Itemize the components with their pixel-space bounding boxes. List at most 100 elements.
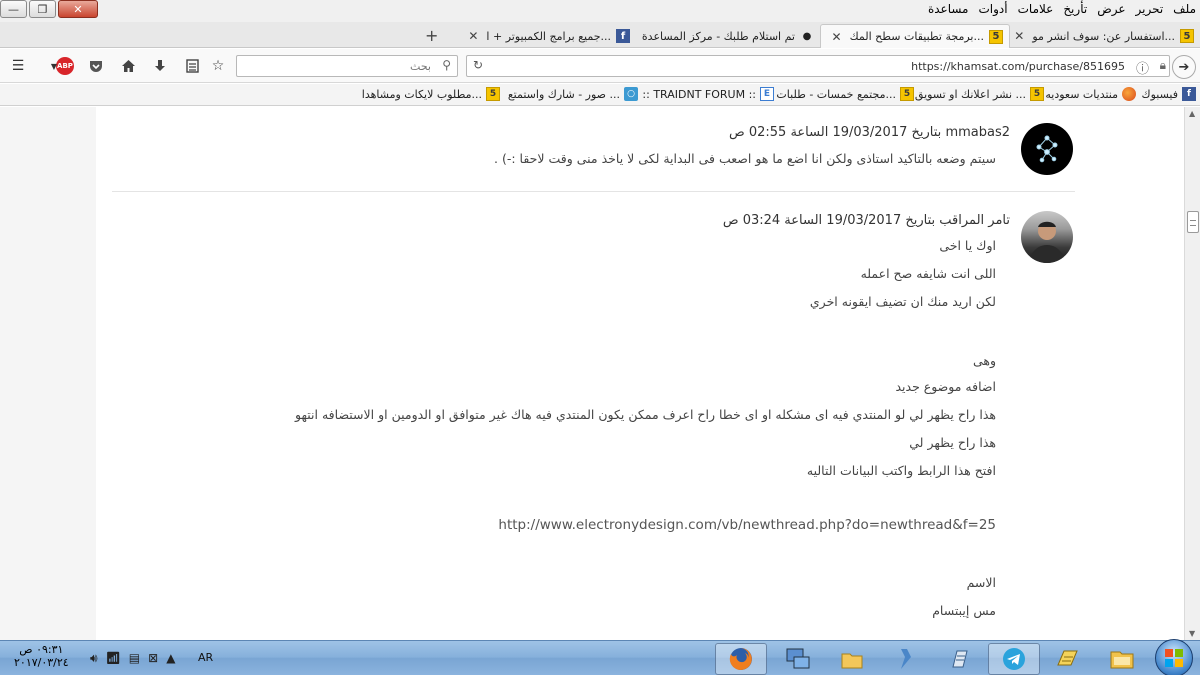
- clock-time: ٠٩:٣١ ص: [19, 643, 64, 656]
- menu-tools[interactable]: أدوات: [979, 2, 1008, 16]
- menu-edit[interactable]: تحرير: [1136, 2, 1164, 16]
- post-divider: [112, 191, 1075, 192]
- title-bar: — ❐ ✕ ملف تحرير عرض تأريخ علامات أدوات م…: [0, 0, 1200, 22]
- post-link[interactable]: http://www.electronydesign.com/vb/newthr…: [498, 517, 996, 533]
- bookmark-label: مجتمع خمسات - طلبات ا...: [769, 87, 896, 101]
- folder-icon: [841, 653, 863, 669]
- close-tab-icon[interactable]: ✕: [832, 30, 842, 44]
- download-icon[interactable]: [150, 56, 170, 76]
- page-content: [96, 107, 1184, 640]
- minimize-button[interactable]: —: [0, 0, 27, 18]
- restore-button[interactable]: ❐: [29, 0, 56, 18]
- bookmark-photos[interactable]: ○ صور - شارك واستمتع ...: [508, 87, 638, 101]
- home-icon[interactable]: [118, 56, 138, 76]
- device-icon[interactable]: ▤: [129, 651, 140, 666]
- document-icon: [952, 650, 968, 668]
- bookmark-publish-ad[interactable]: 5 نشر اعلانك او تسويق ...: [915, 87, 1044, 101]
- bookmark-label: مطلوب لايكات ومشاهدا...: [361, 87, 482, 101]
- firefox-icon: [1122, 87, 1136, 101]
- post-text: الاسم: [966, 575, 996, 590]
- scrollbar-thumb[interactable]: [1187, 211, 1199, 233]
- bookmark-label: :: TRAIDNT FORUM ::: [642, 87, 756, 101]
- tab-label: جميع برامج الكمبيوتر + ا...: [486, 29, 611, 43]
- url-bar[interactable]: ↻ https://khamsat.com/purchase/851695 ⓘ …: [466, 55, 1170, 77]
- post-text: اللى انت شايفه صح اعمله: [860, 266, 996, 281]
- bookmark-label: نشر اعلانك او تسويق ...: [914, 87, 1026, 101]
- clock-date: ٢٠١٧/٠٣/٢٤: [14, 656, 69, 669]
- info-icon[interactable]: ⓘ: [1136, 58, 1149, 77]
- new-tab-plus-icon[interactable]: +: [425, 26, 438, 45]
- lock-icon[interactable]: 🔒︎: [1160, 58, 1166, 73]
- bookmarks-bar: f فيسبوك منتديات سعوديه 5 نشر اعلانك او …: [0, 84, 1200, 106]
- menu-file[interactable]: ملف: [1173, 2, 1196, 16]
- post-text: هذا راح يظهر لي: [909, 435, 996, 450]
- tab-help-center[interactable]: ● تم استلام طلبك - مركز المساعدة ✕: [636, 24, 820, 48]
- khamsat-icon: 5: [1180, 29, 1194, 43]
- post-header: تامر المراقب بتاريخ 19/03/2017 الساعة 03…: [722, 213, 1010, 228]
- network-disconnected-icon[interactable]: ⊠: [148, 651, 158, 666]
- firefox-icon: [729, 648, 752, 670]
- menu-view[interactable]: عرض: [1097, 2, 1125, 16]
- page-icon: E: [760, 87, 774, 101]
- search-icon: ⚲: [442, 58, 451, 72]
- vertical-scrollbar[interactable]: ▲ ▼: [1184, 107, 1200, 640]
- nav-toolbar: ☰ ABP ▼ ☆ ⚲ ↻ https://khamsat.com/purcha…: [0, 49, 1200, 83]
- tab-desktop-apps[interactable]: 5 برمجة تطبيقات سطح المك... ✕: [820, 24, 1010, 48]
- scroll-up-icon[interactable]: ▲: [1189, 109, 1195, 118]
- taskbar-telegram[interactable]: [988, 643, 1040, 675]
- bookmark-likes-views[interactable]: 5 مطلوب لايكات ومشاهدا...: [362, 87, 500, 101]
- close-tab-icon[interactable]: ✕: [1014, 29, 1024, 43]
- avatar[interactable]: [1021, 123, 1073, 175]
- bookmark-label: منتديات سعوديه: [1045, 87, 1118, 101]
- taskbar-firefox[interactable]: [715, 643, 767, 675]
- forward-arrow-icon[interactable]: ➔: [1172, 55, 1196, 79]
- post-text: سيتم وضعه بالتاكيد استاذى ولكن انا اضع م…: [494, 151, 996, 166]
- language-indicator[interactable]: AR: [198, 651, 213, 664]
- taskbar-network-app[interactable]: [772, 643, 824, 675]
- hamburger-menu-icon[interactable]: ☰: [8, 56, 28, 76]
- window-controls: — ❐ ✕: [0, 0, 100, 18]
- menu-help[interactable]: مساعدة: [928, 2, 969, 16]
- taskbar-explorer[interactable]: [1096, 643, 1148, 675]
- menu-bar: ملف تحرير عرض تأريخ علامات أدوات مساعدة: [928, 2, 1196, 16]
- show-hidden-icons[interactable]: ▲: [166, 651, 175, 666]
- user-photo-icon: [1029, 221, 1065, 263]
- post-text: افتح هذا الرابط واكتب البيانات التاليه: [806, 463, 996, 478]
- scroll-down-icon[interactable]: ▼: [1189, 629, 1195, 638]
- tab-inquiry[interactable]: 5 استفسار عن: سوف انشر مو... ✕: [1010, 24, 1200, 48]
- tab-computer-programs[interactable]: f جميع برامج الكمبيوتر + ا... ✕: [450, 24, 636, 48]
- bookmark-facebook[interactable]: f فيسبوك: [1142, 87, 1196, 101]
- taskbar-folder-app[interactable]: [826, 643, 878, 675]
- bookmark-saudi-forums[interactable]: منتديات سعوديه: [1045, 87, 1136, 101]
- taskbar: ٠٩:٣١ ص ٢٠١٧/٠٣/٢٤ 🔊︎ 📶︎ ▤ ⊠ ▲ AR: [0, 639, 1200, 675]
- close-tab-icon[interactable]: ✕: [468, 29, 478, 43]
- taskbar-tools-app[interactable]: [880, 643, 932, 675]
- signal-icon[interactable]: 📶︎: [106, 651, 121, 666]
- menu-history[interactable]: تأريخ: [1063, 2, 1087, 16]
- post-text: لكن اريد منك ان تضيف ايقونه اخري: [809, 294, 996, 309]
- start-button[interactable]: [1155, 639, 1193, 675]
- adblock-dropdown-icon[interactable]: ▼: [44, 56, 64, 76]
- search-box[interactable]: ⚲: [236, 55, 458, 77]
- tab-label: تم استلام طلبك - مركز المساعدة: [641, 29, 795, 43]
- clock[interactable]: ٠٩:٣١ ص ٢٠١٧/٠٣/٢٤: [14, 643, 69, 669]
- avatar[interactable]: [1021, 211, 1073, 263]
- post-text: وهى: [972, 353, 996, 368]
- reload-icon[interactable]: ↻: [473, 58, 483, 72]
- close-button[interactable]: ✕: [58, 0, 98, 18]
- bookmark-star-icon[interactable]: ☆: [208, 56, 228, 76]
- taskbar-notes-app[interactable]: [1042, 643, 1094, 675]
- bookmark-khamsat-community[interactable]: 5 مجتمع خمسات - طلبات ا...: [770, 87, 914, 101]
- menu-bookmarks[interactable]: علامات: [1018, 2, 1054, 16]
- url-text[interactable]: https://khamsat.com/purchase/851695: [911, 60, 1125, 73]
- facebook-icon: f: [1182, 87, 1196, 101]
- loading-dot-icon: ●: [802, 30, 812, 42]
- reader-list-icon[interactable]: [182, 56, 202, 76]
- search-input[interactable]: [251, 58, 431, 74]
- taskbar-document-app[interactable]: [934, 643, 986, 675]
- volume-icon[interactable]: 🔊︎: [90, 651, 98, 666]
- explorer-folder-icon: [1110, 651, 1134, 669]
- bookmark-traidnt-forum[interactable]: E :: TRAIDNT FORUM ::: [642, 87, 774, 101]
- tab-label: استفسار عن: سوف انشر مو...: [1032, 29, 1175, 43]
- pocket-icon[interactable]: [86, 56, 106, 76]
